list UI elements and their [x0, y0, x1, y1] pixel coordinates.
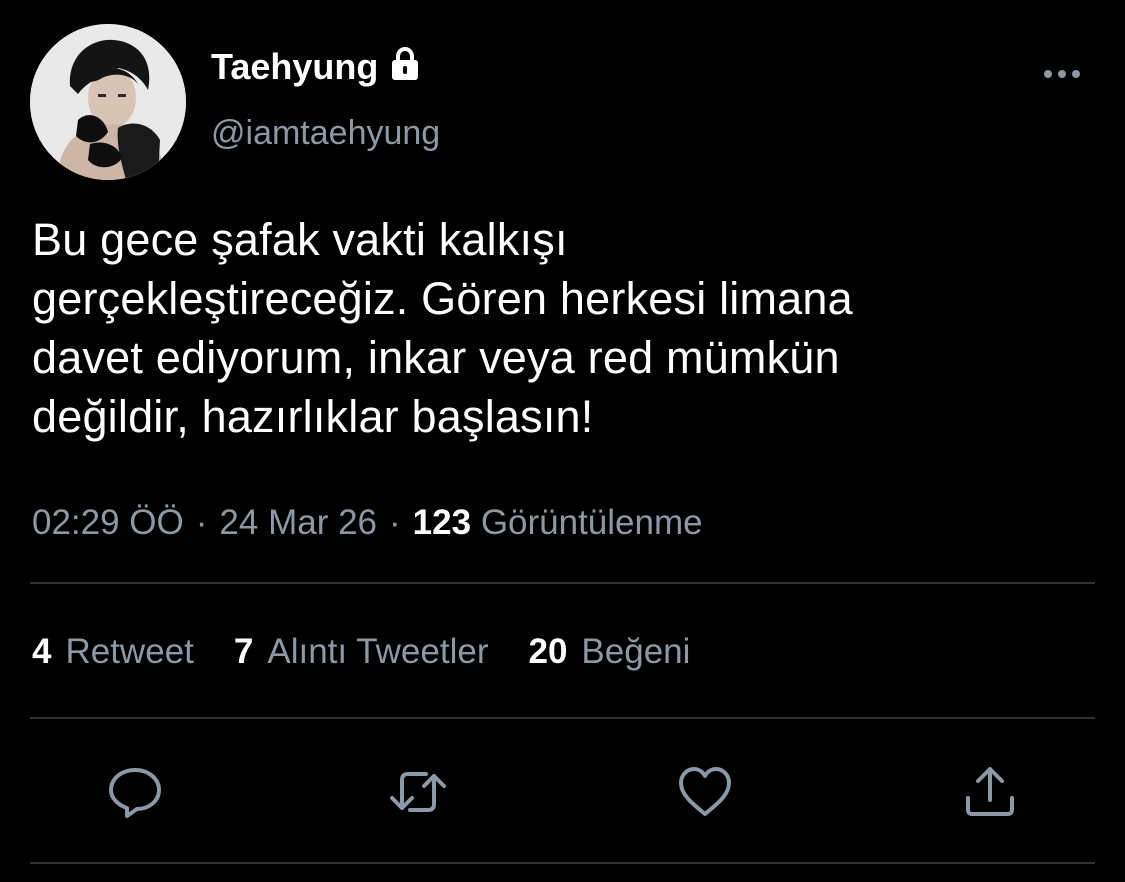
divider [30, 717, 1095, 719]
tweet-line: gerçekleştireceğiz. Gören herkesi limana [32, 273, 853, 324]
meta-separator: · [195, 503, 208, 542]
more-options-button[interactable] [1038, 62, 1086, 86]
tweet-text: Bu gece şafak vakti kalkışı gerçekleştir… [32, 210, 1102, 446]
likes-count: 20 [528, 632, 568, 671]
more-horizontal-icon [1044, 70, 1080, 78]
quote-tweets-count: 7 [233, 632, 254, 671]
heart-icon [679, 767, 731, 816]
likes-stat[interactable]: 20 Beğeni [528, 629, 690, 675]
reply-icon [109, 768, 161, 818]
reply-button[interactable] [105, 764, 165, 820]
tweet-stats: 4 Retweet 7 Alıntı Tweetler 20 Beğeni [32, 629, 690, 675]
display-name-row[interactable]: Taehyung [211, 44, 420, 90]
retweets-count: 4 [32, 632, 52, 671]
retweets-label: Retweet [65, 632, 194, 671]
tweet-time[interactable]: 02:29 ÖÖ [32, 503, 184, 542]
retweets-stat[interactable]: 4 Retweet [32, 629, 194, 675]
tweet-line: değildir, hazırlıklar başlasın! [32, 391, 594, 442]
likes-label: Beğeni [581, 632, 691, 671]
share-button[interactable] [960, 764, 1020, 820]
quote-tweets-label: Alıntı Tweetler [267, 632, 489, 671]
tweet-line: Bu gece şafak vakti kalkışı [32, 214, 568, 265]
profile-photo [30, 24, 186, 180]
tweet-line: davet ediyorum, inkar veya red mümkün [32, 332, 840, 383]
lock-icon [390, 47, 420, 81]
views-count: 123 [412, 503, 472, 542]
tweet-meta: 02:29 ÖÖ · 24 Mar 26 · 123 Görüntülenme [32, 500, 703, 546]
divider [30, 582, 1095, 584]
meta-separator: · [389, 503, 401, 542]
display-name[interactable]: Taehyung [211, 44, 378, 90]
like-button[interactable] [675, 764, 735, 820]
divider [30, 862, 1095, 864]
quote-tweets-stat[interactable]: 7 Alıntı Tweetler [234, 629, 489, 675]
avatar[interactable] [30, 24, 186, 180]
tweet-date[interactable]: 24 Mar 26 [219, 503, 377, 542]
views-label: Görüntülenme [480, 503, 703, 542]
retweet-icon [390, 772, 446, 812]
share-icon [966, 767, 1014, 816]
user-handle[interactable]: @iamtaehyung [211, 110, 440, 156]
retweet-button[interactable] [388, 764, 448, 820]
